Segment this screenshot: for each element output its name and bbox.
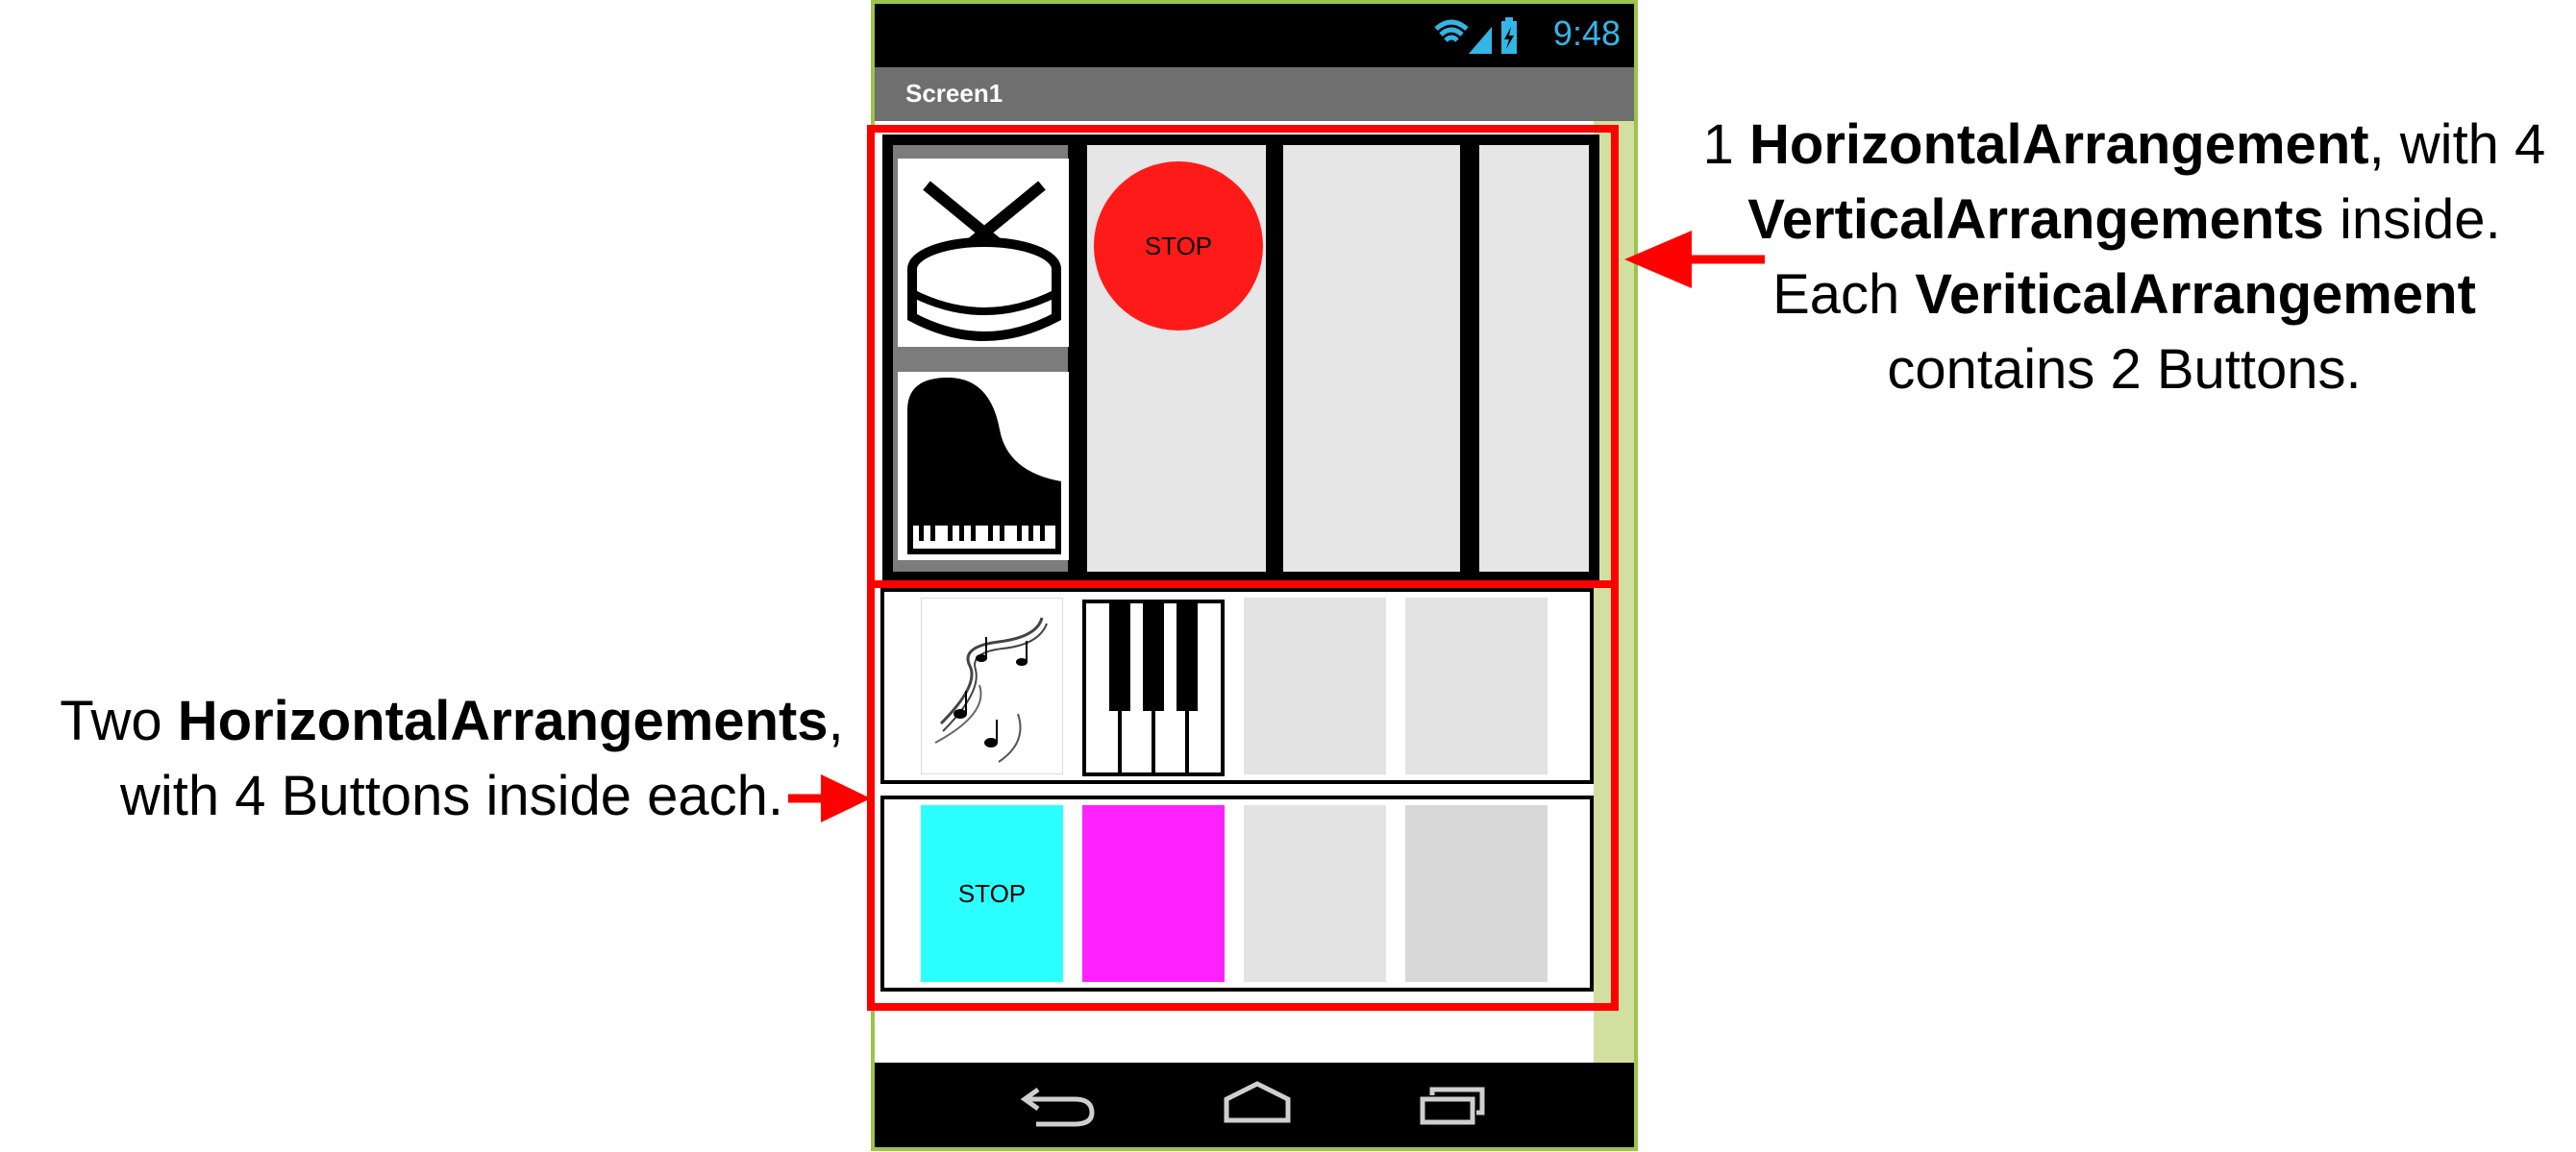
annotation-right-line2: VerticalArrangements inside. (1747, 188, 2501, 251)
annotation-right-line4: contains 2 Buttons. (1887, 338, 2362, 401)
annotation-right: 1 HorizontalArrangement, with 4 Vertical… (1692, 108, 2557, 407)
annotation-arrow-right (1624, 231, 1765, 288)
annotation-left: Two HorizontalArrangements, with 4 Butto… (38, 684, 865, 834)
recent-apps-icon[interactable] (1420, 1087, 1485, 1125)
signal-icon (1469, 27, 1492, 54)
annotation-left-line1: Two HorizontalArrangements, (60, 690, 844, 752)
wifi-icon (1434, 19, 1469, 42)
navigation-bar (875, 1063, 1634, 1147)
annotation-right-line3: Each VeriticalArrangement (1772, 263, 2476, 326)
status-bar: 9:48 (875, 4, 1634, 67)
annotation-arrow-left (788, 774, 871, 822)
title-bar: Screen1 (875, 67, 1634, 121)
back-icon[interactable] (1020, 1087, 1095, 1127)
highlight-top-arrangement (867, 125, 1619, 588)
screen-title: Screen1 (905, 79, 1003, 108)
status-clock: 9:48 (1552, 13, 1621, 53)
annotation-right-line1: 1 HorizontalArrangement, with 4 (1702, 113, 2546, 176)
status-icons (1432, 15, 1519, 62)
home-icon[interactable] (1224, 1081, 1291, 1123)
annotation-left-line2: with 4 Buttons inside each. (120, 765, 783, 827)
highlight-bottom-arrangements (867, 580, 1619, 1011)
battery-icon (1501, 17, 1517, 54)
